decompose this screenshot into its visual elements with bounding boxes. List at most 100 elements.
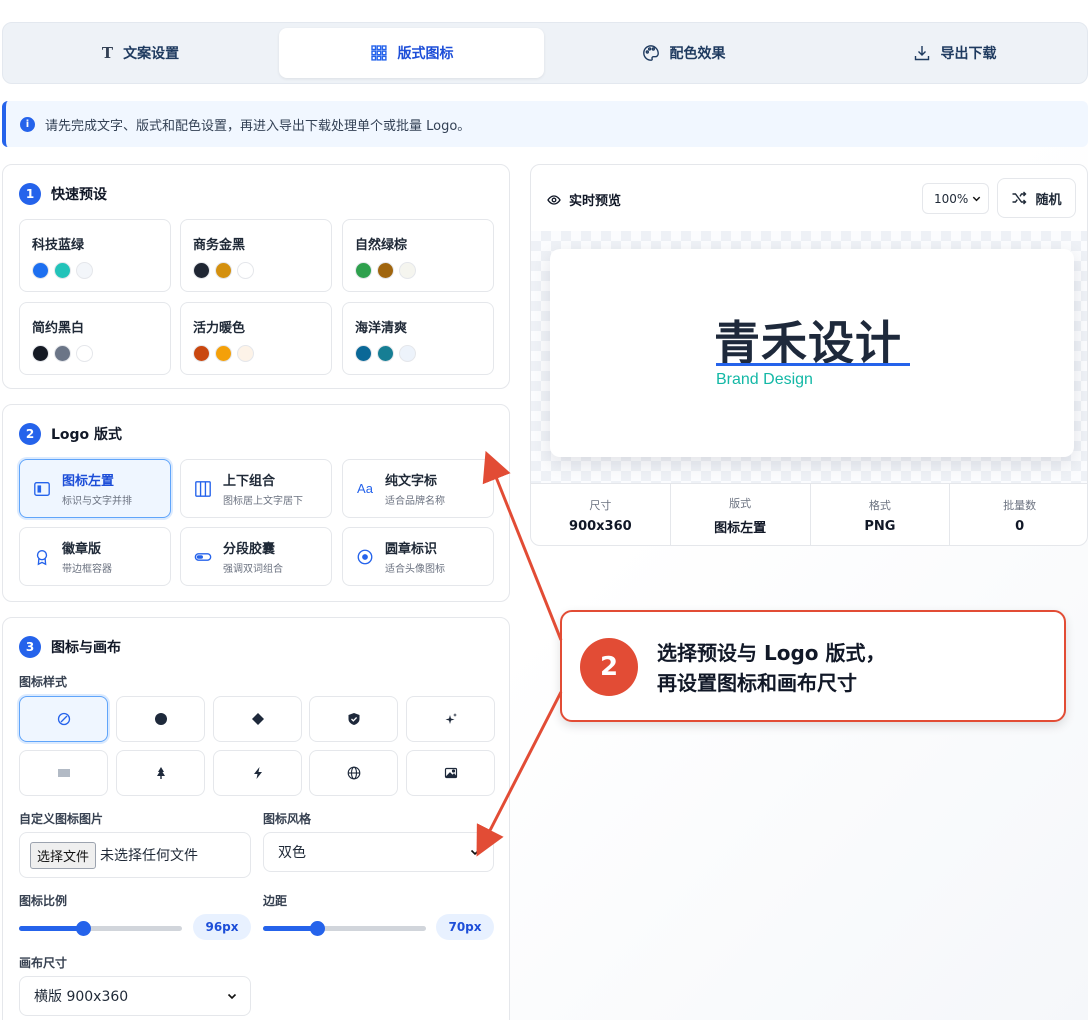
icon-canvas-panel: 3 图标与画布 图标样式 自定义图标图片 选择文件 未选择任何文件 图标风格 双… — [2, 617, 510, 1020]
preset-card[interactable]: 活力暖色 — [180, 302, 332, 375]
stat-layout: 版式 图标左置 — [671, 484, 811, 545]
stat-value: 0 — [1015, 519, 1025, 534]
icon-style-circle[interactable] — [116, 696, 205, 742]
color-swatch — [32, 262, 49, 279]
icon-style-diamond[interactable] — [213, 696, 302, 742]
preset-card[interactable]: 海洋清爽 — [342, 302, 494, 375]
layout-subtitle: 强调双词组合 — [223, 564, 283, 575]
canvas-size-label: 画布尺寸 — [19, 956, 68, 970]
tree-icon — [156, 767, 165, 779]
icon-style-sparkle[interactable] — [406, 696, 495, 742]
color-swatch — [215, 345, 232, 362]
callout-line: 再设置图标和画布尺寸 — [657, 671, 857, 695]
choose-file-button[interactable]: 选择文件 — [30, 841, 97, 869]
scale-label: 图标比例 — [19, 894, 68, 908]
icon-style-label: 图标样式 — [19, 675, 68, 689]
icon-style-select[interactable]: 双色 — [263, 832, 494, 872]
layout-option-text-only[interactable]: Aa 纯文字标 适合品牌名称 — [342, 459, 494, 518]
eye-icon — [547, 194, 561, 205]
layouts-panel: 2 Logo 版式 图标左置 标识与文字并排 上下组合 图标居上文字居下 Aa 纯文… — [2, 404, 510, 602]
zoom-value: 100% — [934, 191, 969, 206]
capsule-toggle-icon — [193, 547, 213, 567]
select-value: 双色 — [278, 845, 306, 861]
live-preview-panel: 实时预览 100% 随机 青禾设计 Brand Design 尺寸 900x360… — [530, 164, 1088, 546]
preset-card[interactable]: 自然绿棕 — [342, 219, 494, 292]
stat-batch: 批量数 0 — [950, 484, 1087, 545]
preset-name: 海洋清爽 — [355, 321, 408, 336]
download-icon — [914, 46, 929, 61]
layout-option-stacked[interactable]: 上下组合 图标居上文字居下 — [180, 459, 332, 518]
random-label: 随机 — [1035, 192, 1062, 208]
icon-scale-slider[interactable] — [19, 918, 182, 938]
color-swatch — [193, 345, 210, 362]
callout-text: 选择预设与 Logo 版式， 再设置图标和画布尺寸 — [657, 638, 885, 698]
scale-value: 96px — [193, 914, 251, 940]
icon-style-tree[interactable] — [116, 750, 205, 796]
padding-slider[interactable] — [263, 918, 426, 938]
icon-style-lightning[interactable] — [213, 750, 302, 796]
icon-style-globe[interactable] — [309, 750, 398, 796]
tab-layout-icon[interactable]: 版式图标 — [279, 28, 544, 78]
file-upload-field: 选择文件 未选择任何文件 — [19, 832, 251, 878]
tab-copywriting[interactable]: T 文案设置 — [8, 28, 273, 78]
color-swatch — [399, 345, 416, 362]
padding-label: 边距 — [263, 894, 288, 908]
tab-label: 配色效果 — [669, 46, 726, 62]
color-swatch — [54, 262, 71, 279]
padding-value: 70px — [436, 914, 494, 940]
section-title: 图标与画布 — [51, 640, 121, 656]
color-swatch — [237, 262, 254, 279]
text-icon: T — [101, 44, 114, 62]
tab-label: 导出下载 — [940, 46, 997, 62]
canvas-size-select[interactable]: 横版 900x360 — [19, 976, 251, 1016]
icon-left-layout-icon — [32, 479, 52, 499]
tab-bar: T 文案设置 版式图标 配色效果 导出下载 — [2, 22, 1088, 84]
logo-canvas: 青禾设计 Brand Design — [550, 249, 1074, 457]
tab-colors[interactable]: 配色效果 — [551, 28, 816, 78]
tab-export[interactable]: 导出下载 — [822, 28, 1087, 78]
layout-option-icon-left[interactable]: 图标左置 标识与文字并排 — [19, 459, 171, 518]
tab-label: 文案设置 — [123, 46, 180, 62]
color-swatch — [215, 262, 232, 279]
layout-title: 纯文字标 — [385, 474, 438, 489]
layout-option-round-seal[interactable]: 圆章标识 适合头像图标 — [342, 527, 494, 586]
zoom-select[interactable]: 100% — [922, 183, 989, 214]
callout-step-number: 2 — [580, 638, 638, 696]
circle-icon — [154, 713, 167, 725]
stat-label: 批量数 — [1003, 499, 1037, 512]
icon-style-image[interactable] — [406, 750, 495, 796]
step-number: 1 — [19, 183, 41, 205]
grid-icon — [370, 45, 387, 61]
callout-line: 选择预设与 Logo 版式， — [657, 641, 886, 665]
waves-icon — [57, 769, 70, 777]
color-swatch — [377, 345, 394, 362]
layout-title: 分段胶囊 — [223, 542, 276, 557]
color-swatch — [377, 262, 394, 279]
presets-title: 1 快速预设 — [19, 183, 107, 205]
chevron-down-icon — [972, 196, 981, 202]
icon-style-none[interactable] — [19, 696, 108, 742]
layout-option-capsule[interactable]: 分段胶囊强调双词组合 — [180, 527, 332, 586]
stat-label: 版式 — [729, 497, 752, 510]
app-root: T 文案设置 版式图标 配色效果 导出下载 i 请先完成文字、版式和配色设置，再… — [0, 0, 1088, 1020]
info-icon: i — [20, 116, 35, 132]
stat-value: 图标左置 — [714, 521, 767, 536]
preset-card[interactable]: 科技蓝绿 — [19, 219, 171, 292]
color-swatch — [355, 262, 372, 279]
color-swatch — [237, 345, 254, 362]
preset-card[interactable]: 商务金黑 — [180, 219, 332, 292]
logo-tagline: Brand Design — [716, 371, 813, 388]
icon-style-shield[interactable] — [309, 696, 398, 742]
layout-title: 徽章版 — [62, 542, 102, 557]
tutorial-callout: 2 选择预设与 Logo 版式， 再设置图标和画布尺寸 — [560, 610, 1066, 722]
preset-card[interactable]: 简约黑白 — [19, 302, 171, 375]
preset-name: 科技蓝绿 — [32, 238, 85, 253]
layout-title: 圆章标识 — [385, 542, 438, 557]
chevron-down-icon — [470, 849, 480, 856]
icon-style-waves[interactable] — [19, 750, 108, 796]
slider-thumb[interactable] — [75, 921, 91, 936]
random-button[interactable]: 随机 — [997, 178, 1076, 218]
layout-option-badge[interactable]: 徽章版 带边框容器 — [19, 527, 171, 586]
slider-thumb[interactable] — [309, 921, 325, 936]
color-swatch — [76, 262, 93, 279]
